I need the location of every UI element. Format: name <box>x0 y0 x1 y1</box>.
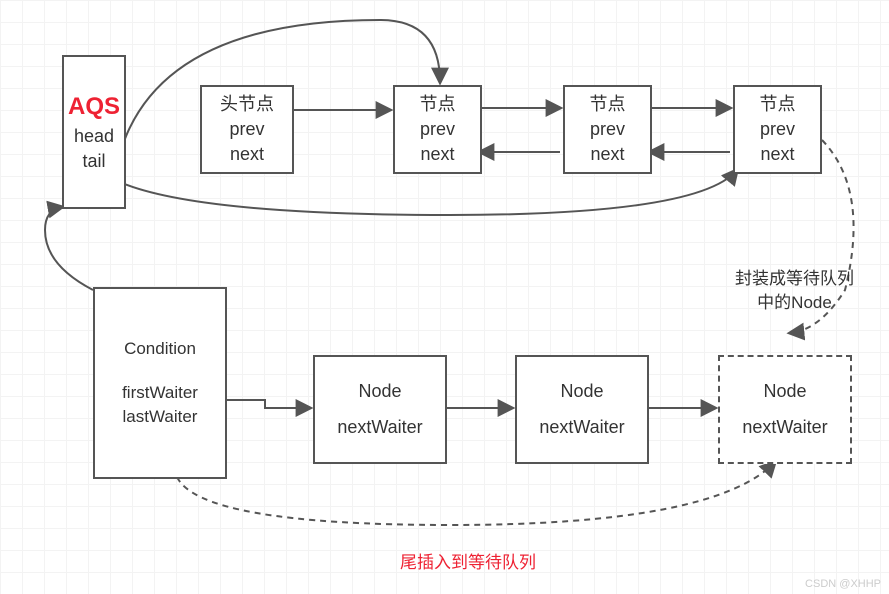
aqs-title: AQS <box>68 90 120 124</box>
annotation-wrap: 封装成等待队列中的Node <box>735 267 854 315</box>
aqs-tail: tail <box>82 149 105 174</box>
wait-node-2: NodenextWaiter <box>515 355 649 464</box>
head-node-title: 头节点 <box>220 92 274 117</box>
diagram: AQS head tail 头节点 prev next 节点prevnext 节… <box>0 0 889 594</box>
condition-first: firstWaiter <box>122 381 198 405</box>
watermark: CSDN @XHHP <box>805 578 881 590</box>
wait-node-3: NodenextWaiter <box>718 355 852 464</box>
head-node-next: next <box>230 142 264 167</box>
condition-title: Condition <box>124 337 196 361</box>
aqs-head: head <box>74 124 114 149</box>
sync-node-3: 节点prevnext <box>733 85 822 174</box>
head-node-prev: prev <box>229 117 264 142</box>
condition-box: Condition firstWaiter lastWaiter <box>93 287 227 479</box>
sync-node-2: 节点prevnext <box>563 85 652 174</box>
aqs-box: AQS head tail <box>62 55 126 209</box>
sync-node-1: 节点prevnext <box>393 85 482 174</box>
wait-node-1: NodenextWaiter <box>313 355 447 464</box>
annotation-tail-insert: 尾插入到等待队列 <box>400 548 536 573</box>
head-node-box: 头节点 prev next <box>200 85 294 174</box>
condition-last: lastWaiter <box>123 405 198 429</box>
